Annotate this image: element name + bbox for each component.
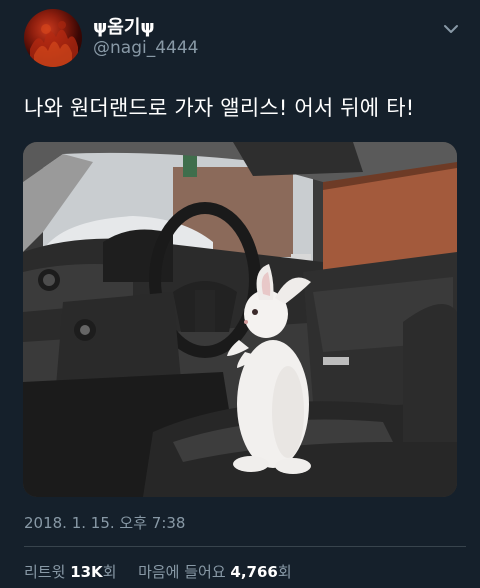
tweet-text: 나와 원더랜드로 가자 앨리스! 어서 뒤에 타! [24, 96, 415, 120]
tweet-timestamp[interactable]: 2018. 1. 15. 오후 7:38 [24, 512, 185, 533]
tweet-photo[interactable] [23, 142, 457, 497]
tweet-card: ψ옴기ψ @nagi_4444 나와 원더랜드로 가자 앨리스! 어서 뒤에 타… [0, 0, 480, 588]
author-display-name[interactable]: ψ옴기ψ [93, 13, 155, 39]
retweets-label[interactable]: 리트윗 [24, 563, 65, 581]
author-avatar[interactable] [24, 9, 82, 67]
likes-count[interactable]: 4,766 [230, 563, 277, 581]
likes-unit: 회 [277, 563, 292, 581]
engagement-stats: 리트윗 13K회 마음에 들어요 4,766회 [24, 561, 292, 582]
likes-label[interactable]: 마음에 들어요 [138, 563, 226, 581]
chevron-down-icon[interactable] [442, 20, 460, 38]
rabbit-in-car-photo [23, 142, 457, 497]
stats-divider [24, 546, 466, 547]
author-handle[interactable]: @nagi_4444 [93, 38, 198, 58]
retweets-unit: 회 [102, 563, 117, 581]
retweets-count[interactable]: 13K [70, 563, 103, 581]
avatar-image [30, 21, 78, 67]
